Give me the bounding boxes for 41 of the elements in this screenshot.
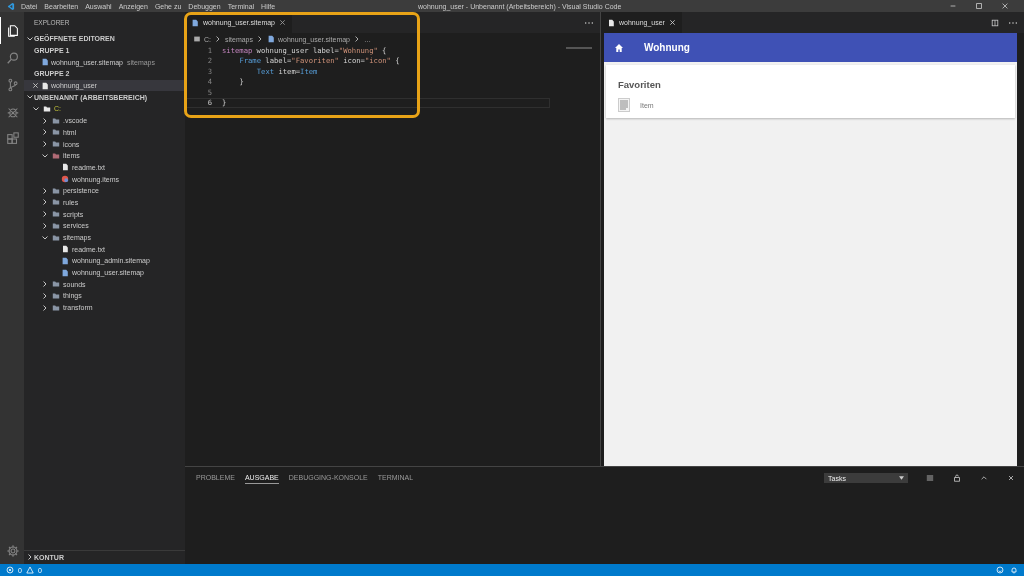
drive-icon bbox=[193, 35, 201, 43]
more-icon[interactable] bbox=[584, 20, 594, 25]
close-icon[interactable] bbox=[32, 82, 39, 90]
chevron-right-icon bbox=[353, 35, 361, 43]
document-icon bbox=[61, 163, 69, 172]
smiley-icon[interactable] bbox=[996, 566, 1004, 574]
dropdown-caret-icon bbox=[899, 476, 904, 480]
close-icon[interactable] bbox=[279, 19, 286, 26]
text-document-icon bbox=[618, 98, 630, 112]
chevron-right-icon bbox=[214, 35, 222, 43]
search-icon[interactable] bbox=[5, 50, 20, 65]
chevron-right-icon bbox=[26, 553, 34, 562]
more-icon[interactable] bbox=[1008, 20, 1018, 25]
warning-icon bbox=[25, 566, 34, 574]
document-icon bbox=[267, 35, 275, 43]
split-editor-icon[interactable] bbox=[991, 18, 999, 27]
files-icon[interactable] bbox=[5, 23, 20, 38]
home-icon[interactable] bbox=[614, 42, 624, 53]
chevron-right-icon bbox=[256, 35, 264, 43]
settings-icon[interactable] bbox=[5, 543, 20, 558]
chevron-down-icon bbox=[26, 34, 34, 43]
page-title: Wohnung bbox=[644, 42, 690, 53]
card-title: Favoriten bbox=[618, 79, 662, 90]
close-icon[interactable] bbox=[1001, 2, 1009, 10]
chevron-down-icon bbox=[41, 151, 49, 160]
document-icon bbox=[41, 58, 49, 67]
document-icon bbox=[607, 18, 615, 27]
minimize-icon[interactable] bbox=[949, 2, 957, 10]
source-control-icon[interactable] bbox=[5, 77, 20, 92]
document-icon bbox=[191, 18, 199, 27]
chevron-up-icon[interactable] bbox=[980, 474, 988, 482]
maximize-icon[interactable] bbox=[975, 2, 983, 10]
app-logo-icon bbox=[6, 1, 15, 11]
close-icon[interactable] bbox=[668, 19, 676, 26]
close-icon[interactable] bbox=[1007, 474, 1015, 482]
chevron-down-icon bbox=[41, 233, 49, 242]
error-icon bbox=[6, 566, 14, 574]
document-icon bbox=[41, 81, 49, 90]
lock-icon[interactable] bbox=[953, 474, 961, 482]
extensions-icon[interactable] bbox=[5, 131, 20, 146]
colored-file-icon bbox=[61, 175, 69, 184]
